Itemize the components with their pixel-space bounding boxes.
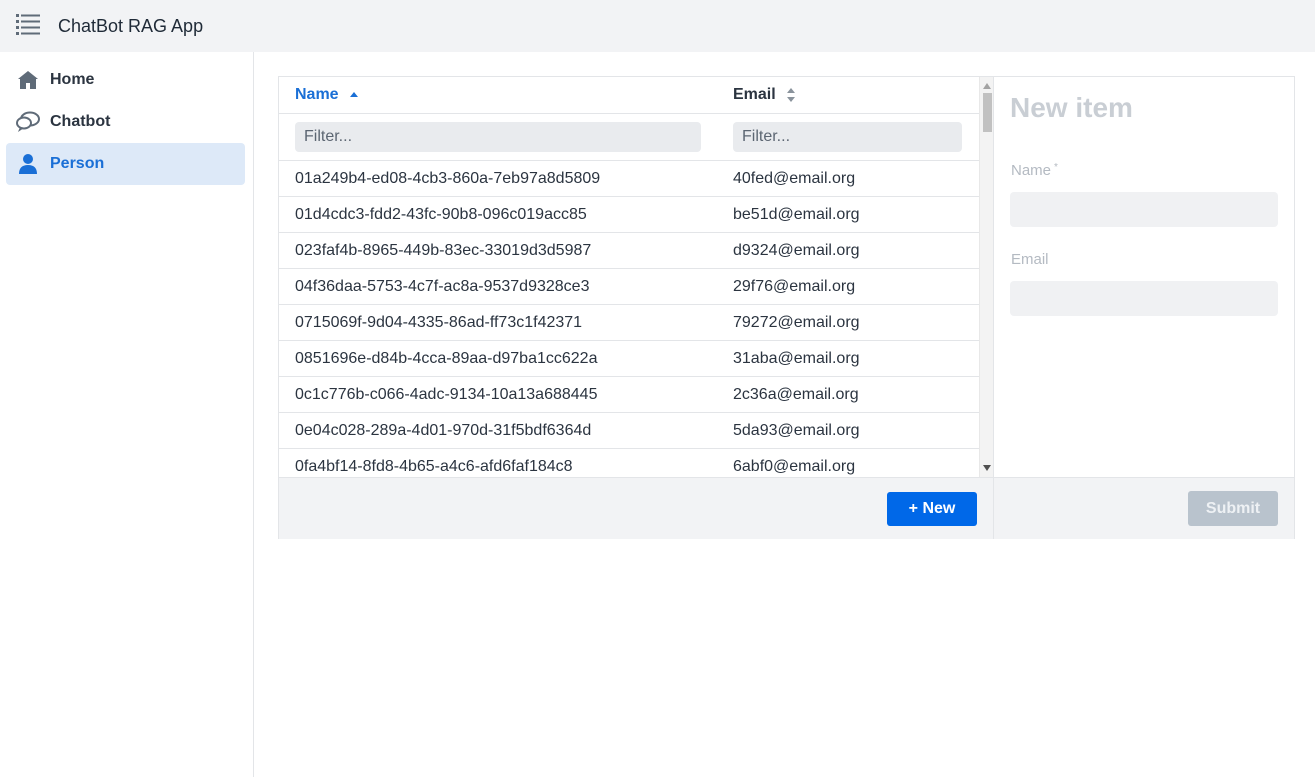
email-cell: d9324@email.org [733,241,860,259]
column-header-label: Email [733,86,776,103]
submit-button[interactable]: Submit [1188,491,1278,526]
table-row[interactable]: 04f36daa-5753-4c7f-ac8a-9537d9328ce3 29f7… [279,269,979,305]
email-cell: 5da93@email.org [733,421,860,439]
name-cell: 023faf4b-8965-449b-83ec-33019d3d5987 [295,241,592,259]
name-cell: 0c1c776b-c066-4adc-9134-10a13a688445 [295,385,598,403]
scroll-down-icon[interactable] [980,461,994,475]
form-title: New item [1010,92,1133,123]
email-cell: 2c36a@email.org [733,385,859,403]
name-label-text: Name [1011,162,1052,179]
table-row[interactable]: 0e04c028-289a-4d01-970d-31f5bdf6364d 5da9… [279,413,979,449]
grid-scrollbar[interactable] [979,77,994,477]
sidebar-item-label: Home [50,71,95,88]
name-cell: 04f36daa-5753-4c7f-ac8a-9537d9328ce3 [295,277,590,295]
name-cell: 0851696e-d84b-4cca-89aa-d97ba1cc622a [295,349,598,367]
menu-toggle-button[interactable] [0,0,56,52]
sidebar: Home Chatbot Person [0,52,254,777]
sidebar-item-person[interactable]: Person [6,143,245,185]
name-cell: 0e04c028-289a-4d01-970d-31f5bdf6364d [295,421,592,439]
new-button[interactable]: + New [887,492,977,526]
email-cell: 29f76@email.org [733,277,856,295]
grid-header: Name Email [279,77,979,114]
top-bar: ChatBot RAG App [0,0,1315,52]
sort-both-icon [786,87,796,103]
sort-ascending-icon [349,91,359,99]
name-cell: 01d4cdc3-fdd2-43fc-90b8-096c019acc85 [295,205,587,223]
person-grid: Name Email Filter... Filter... 01a249b4-… [278,76,994,539]
email-field-label: Email [1011,251,1049,268]
column-header-email[interactable]: Email [733,77,979,114]
column-header-name[interactable]: Name [295,77,717,114]
table-row[interactable]: 0c1c776b-c066-4adc-9134-10a13a688445 2c36… [279,377,979,413]
name-field[interactable] [1010,192,1278,227]
name-filter-input[interactable] [295,122,701,152]
name-cell: 0fa4bf14-8fd8-4b65-a4c6-afd6faf184c8 [295,457,573,475]
chat-icon [6,111,50,133]
main-content: Name Email Filter... Filter... 01a249b4-… [254,52,1315,777]
column-header-label: Name [295,86,339,103]
email-cell: 31aba@email.org [733,349,860,367]
scroll-up-icon[interactable] [980,79,994,93]
sidebar-item-home[interactable]: Home [6,59,245,101]
list-icon [16,13,40,40]
sidebar-item-label: Person [50,155,105,172]
email-cell: 6abf0@email.org [733,457,856,475]
email-cell: 79272@email.org [733,313,860,331]
email-cell: be51d@email.org [733,205,860,223]
grid-footer: + New [279,477,994,539]
name-cell: 0715069f-9d04-4335-86ad-ff73c1f42371 [295,313,583,331]
table-row[interactable]: 01d4cdc3-fdd2-43fc-90b8-096c019acc85 be51… [279,197,979,233]
table-row[interactable]: 0715069f-9d04-4335-86ad-ff73c1f42371 7927… [279,305,979,341]
new-item-form: New item Name * Email Submit [993,76,1295,539]
name-field-label: Name * [1011,162,1058,179]
filter-row [279,114,979,161]
email-filter-input[interactable] [733,122,962,152]
form-footer: Submit [994,477,1294,539]
person-icon [6,153,50,175]
table-row[interactable]: 0fa4bf14-8fd8-4b65-a4c6-afd6faf184c8 6abf… [279,449,979,477]
scroll-thumb[interactable] [983,93,992,132]
email-field[interactable] [1010,281,1278,316]
name-cell: 01a249b4-ed08-4cb3-860a-7eb97a8d5809 [295,169,601,187]
table-row[interactable]: 023faf4b-8965-449b-83ec-33019d3d5987 d932… [279,233,979,269]
app-title: ChatBot RAG App [58,15,204,36]
grid-body[interactable]: Name Email Filter... Filter... 01a249b4-… [279,77,979,477]
table-row[interactable]: 01a249b4-ed08-4cb3-860a-7eb97a8d5809 40fe… [279,161,979,197]
required-mark: * [1054,162,1058,173]
table-row[interactable]: 0851696e-d84b-4cca-89aa-d97ba1cc622a 31ab… [279,341,979,377]
sidebar-item-label: Chatbot [50,113,111,130]
email-cell: 40fed@email.org [733,169,856,187]
sidebar-item-chatbot[interactable]: Chatbot [6,101,245,143]
home-icon [6,70,50,90]
